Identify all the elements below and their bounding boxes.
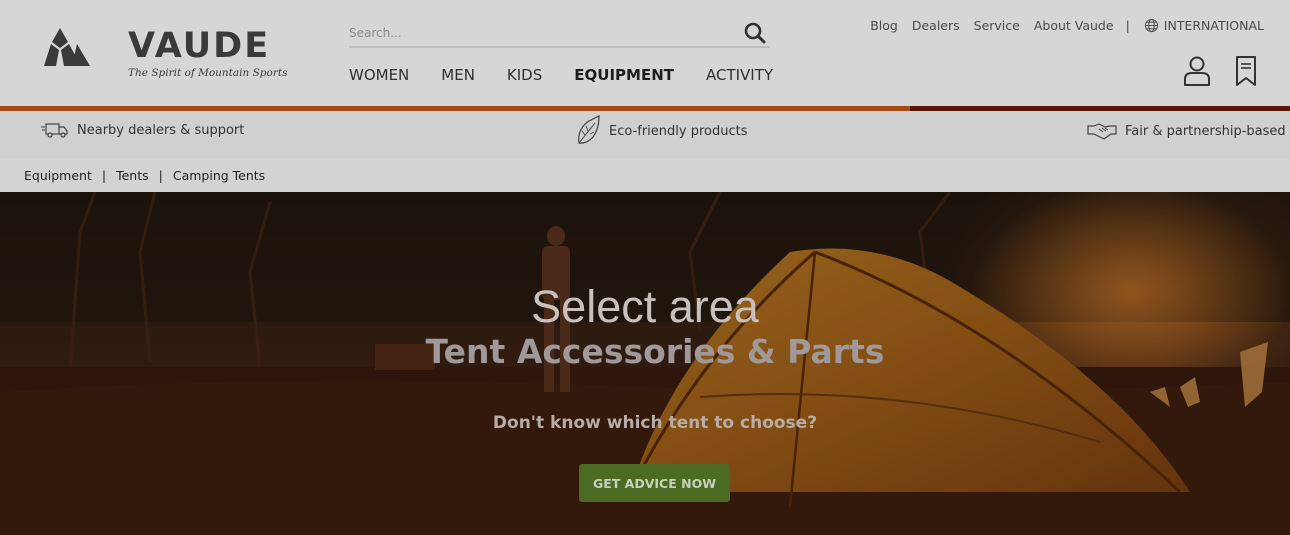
usp-fair-label: Fair & partnership-based (1125, 123, 1286, 139)
globe-icon (1144, 18, 1158, 33)
usp-dealers: Nearby dealers & support (41, 121, 244, 139)
top-nav-separator: | (1125, 18, 1130, 33)
top-link-service[interactable]: Service (974, 18, 1020, 33)
usp-bar: Nearby dealers & support Eco-friendly pr… (0, 111, 1290, 159)
delivery-truck-icon (41, 123, 68, 138)
nav-item-men[interactable]: MEN (441, 64, 475, 86)
nav-item-activity[interactable]: ACTIVITY (706, 64, 773, 86)
usp-eco: Eco-friendly products (575, 115, 747, 147)
top-link-blog[interactable]: Blog (870, 18, 898, 33)
usp-dealers-label: Nearby dealers & support (77, 122, 245, 138)
hero-title: Select area (531, 281, 759, 332)
breadcrumb-item-equipment[interactable]: Equipment (24, 168, 92, 183)
nav-item-women[interactable]: WOMEN (349, 64, 409, 86)
nav-item-equipment[interactable]: EQUIPMENT (574, 64, 674, 86)
leaf-icon (578, 115, 600, 144)
language-label: INTERNATIONAL (1163, 18, 1264, 33)
vaude-logo[interactable]: VAUDE The Spirit of Mountain Sports (44, 26, 304, 84)
user-account-icon[interactable] (1183, 55, 1211, 87)
breadcrumb-item-tents[interactable]: Tents (116, 168, 149, 183)
get-advice-button[interactable]: GET ADVICE NOW (579, 464, 730, 502)
handshake-icon (1087, 123, 1117, 140)
search-bar (349, 17, 770, 48)
top-link-about[interactable]: About Vaude (1034, 18, 1114, 33)
hero-banner: Select area Tent Accessories & Parts Don… (0, 192, 1290, 535)
mountain-logo-icon (44, 28, 90, 66)
hero-question: Don't know which tent to choose? (492, 413, 818, 433)
brand-tagline: The Spirit of Mountain Sports (128, 67, 288, 79)
search-input[interactable] (349, 22, 729, 44)
hero-subtitle: Tent Accessories & Parts (425, 332, 885, 371)
wishlist-bookmark-icon[interactable] (1234, 55, 1258, 87)
breadcrumb-separator: | (101, 168, 107, 183)
top-link-dealers[interactable]: Dealers (912, 18, 960, 33)
usp-fair: Fair & partnership-based (1087, 121, 1286, 141)
site-header: VAUDE The Spirit of Mountain Sports WOME… (0, 0, 1290, 106)
breadcrumb: Equipment | Tents | Camping Tents (0, 159, 1290, 192)
breadcrumb-item-camping-tents[interactable]: Camping Tents (173, 168, 265, 183)
breadcrumb-separator: | (158, 168, 163, 183)
language-selector[interactable]: INTERNATIONAL (1144, 18, 1264, 33)
nav-item-kids[interactable]: KIDS (507, 64, 542, 86)
top-navigation: Blog Dealers Service About Vaude | INTER… (856, 18, 1264, 33)
search-icon[interactable] (743, 21, 767, 45)
main-navigation: WOMEN MEN KIDS EQUIPMENT ACTIVITY (349, 64, 805, 86)
usp-eco-label: Eco-friendly products (609, 123, 748, 139)
brand-name: VAUDE (128, 26, 271, 66)
